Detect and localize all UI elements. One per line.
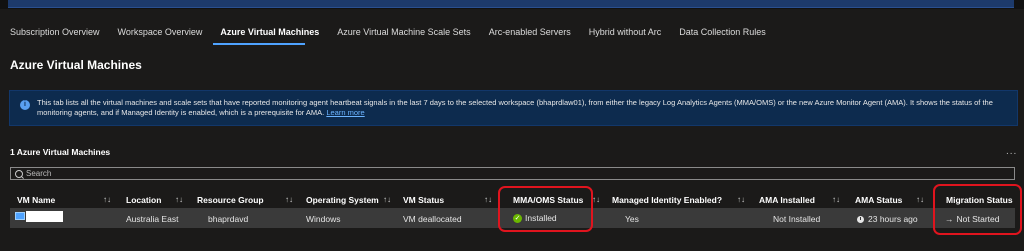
cell-ama-status: 23 hours ago [857, 214, 918, 224]
cell-location: Australia East [126, 214, 179, 224]
more-options-icon[interactable]: ... [1006, 146, 1017, 157]
tab-subscription-overview[interactable]: Subscription Overview [10, 27, 100, 41]
column-header-operating-system[interactable]: Operating System [306, 195, 379, 205]
info-description: This tab lists all the virtual machines … [37, 98, 993, 117]
sort-icon[interactable]: ↑↓ [832, 195, 840, 204]
page-title: Azure Virtual Machines [10, 58, 142, 72]
sort-icon[interactable]: ↑↓ [916, 195, 924, 204]
grid-title: 1 Azure Virtual Machines [10, 147, 111, 157]
info-icon: i [20, 100, 30, 110]
highlight-mma-oms-status [498, 186, 593, 232]
cell-managed-identity: Yes [625, 214, 639, 224]
column-header-ama-installed[interactable]: AMA Installed [759, 195, 815, 205]
column-header-ama-status[interactable]: AMA Status [855, 195, 902, 205]
column-header-vm-name[interactable]: VM Name [17, 195, 55, 205]
active-tab-indicator [213, 43, 305, 45]
sort-icon[interactable]: ↑↓ [175, 195, 183, 204]
sort-icon[interactable]: ↑↓ [383, 195, 391, 204]
info-banner: i This tab lists all the virtual machine… [9, 90, 1018, 126]
cell-vm-status: VM deallocated [403, 214, 462, 224]
search-box[interactable] [10, 167, 1015, 180]
tab-workspace-overview[interactable]: Workspace Overview [118, 27, 203, 41]
top-banner-bar [8, 0, 1014, 8]
sort-icon[interactable]: ↑↓ [484, 195, 492, 204]
search-input[interactable] [26, 168, 1006, 179]
column-header-vm-status[interactable]: VM Status [403, 195, 444, 205]
sort-icon[interactable]: ↑↓ [285, 195, 293, 204]
column-header-resource-group[interactable]: Resource Group [197, 195, 264, 205]
sort-icon[interactable]: ↑↓ [737, 195, 745, 204]
search-icon [15, 170, 23, 178]
sort-icon[interactable]: ↑↓ [592, 195, 600, 204]
clock-icon [857, 216, 864, 224]
tab-data-collection-rules[interactable]: Data Collection Rules [679, 27, 766, 41]
top-banner [0, 0, 1024, 9]
virtual-machine-icon [15, 212, 25, 220]
tab-arc-enabled-servers[interactable]: Arc-enabled Servers [489, 27, 571, 41]
ama-status-text: 23 hours ago [868, 214, 918, 224]
highlight-migration-status [933, 184, 1022, 235]
info-banner-text: This tab lists all the virtual machines … [37, 98, 1007, 118]
tab-strip: Subscription Overview Workspace Overview… [10, 27, 784, 41]
learn-more-link[interactable]: Learn more [326, 108, 364, 117]
tab-vm-scale-sets[interactable]: Azure Virtual Machine Scale Sets [337, 27, 470, 41]
sort-icon[interactable]: ↑↓ [103, 195, 111, 204]
column-header-location[interactable]: Location [126, 195, 161, 205]
cell-operating-system: Windows [306, 214, 341, 224]
cell-ama-installed: Not Installed [773, 214, 821, 224]
tab-hybrid-without-arc[interactable]: Hybrid without Arc [589, 27, 662, 41]
vm-name-redacted[interactable] [26, 211, 63, 222]
tab-azure-virtual-machines[interactable]: Azure Virtual Machines [220, 27, 319, 41]
column-header-managed-identity[interactable]: Managed Identity Enabled? [612, 195, 722, 205]
cell-resource-group: bhaprdavd [208, 214, 249, 224]
